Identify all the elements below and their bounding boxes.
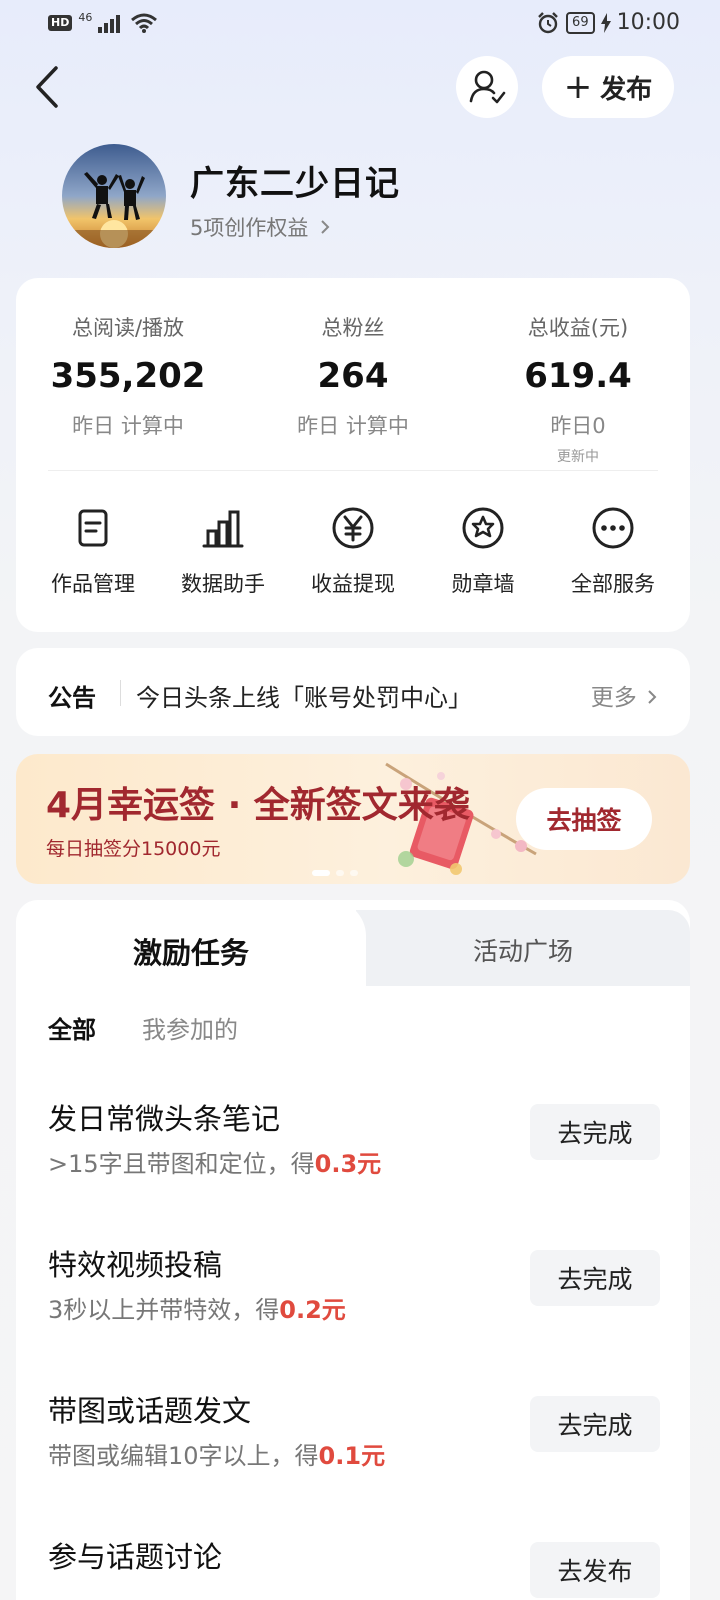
status-right: 69 10:00 bbox=[536, 10, 680, 35]
task-title: 发日常微头条笔记 bbox=[48, 1102, 281, 1136]
task-desc-text: 3秒以上并带特效，得 bbox=[48, 1296, 280, 1324]
service-all-services[interactable]: 全部服务 bbox=[548, 504, 678, 598]
yuan-icon bbox=[332, 507, 374, 549]
medal-icon bbox=[462, 507, 504, 549]
service-label: 勋章墙 bbox=[451, 572, 515, 596]
task-description: >15字且带图和定位，得0.3元 bbox=[48, 1144, 381, 1179]
bar-chart-icon bbox=[202, 510, 244, 548]
carousel-dot bbox=[350, 870, 358, 876]
chevron-left-icon bbox=[36, 66, 58, 108]
task-description: 3秒以上并带特效，得0.2元 bbox=[48, 1290, 346, 1325]
stat-label: 总阅读/播放 bbox=[71, 316, 185, 340]
stat-yesterday: 昨日0 bbox=[550, 414, 606, 438]
service-works-management[interactable]: 作品管理 bbox=[28, 504, 158, 598]
user-check-icon bbox=[469, 70, 506, 104]
document-icon bbox=[78, 509, 108, 547]
task-title: 带图或话题发文 bbox=[48, 1394, 252, 1428]
task-item: 发日常微头条笔记 >15字且带图和定位，得0.3元 去完成 bbox=[16, 1096, 690, 1216]
stat-label: 总粉丝 bbox=[321, 316, 385, 340]
carousel-indicator bbox=[312, 870, 358, 876]
divider bbox=[48, 470, 658, 471]
notice-bar[interactable]: 公告 今日头条上线「账号处罚中心」 更多 bbox=[16, 648, 690, 736]
task-title: 特效视频投稿 bbox=[48, 1248, 223, 1282]
status-bar: HD 46 69 10:00 bbox=[0, 0, 720, 48]
task-desc-text: 带图或编辑10字以上，得 bbox=[48, 1442, 319, 1470]
service-data-assistant[interactable]: 数据助手 bbox=[158, 504, 288, 598]
task-desc-text: >15字且带图和定位，得 bbox=[48, 1150, 315, 1178]
avatar-image bbox=[62, 144, 166, 248]
hd-badge: HD bbox=[48, 15, 73, 31]
task-item: 特效视频投稿 3秒以上并带特效，得0.2元 去完成 bbox=[16, 1242, 690, 1362]
filter-joined[interactable]: 我参加的 bbox=[142, 1010, 238, 1045]
alarm-icon bbox=[538, 11, 558, 33]
notice-more-label: 更多 bbox=[590, 685, 637, 711]
charging-icon bbox=[600, 12, 611, 33]
stat-label: 总收益(元) bbox=[527, 316, 629, 340]
task-item: 参与话题讨论 去发布 bbox=[16, 1534, 690, 1600]
stat-total-reads[interactable]: 总阅读/播放 355,202 昨日 计算中 bbox=[18, 312, 238, 440]
stat-yesterday: 昨日 计算中 bbox=[72, 414, 184, 438]
wifi-icon bbox=[131, 13, 158, 33]
banner-subtitle: 每日抽签分15000元 bbox=[46, 838, 221, 860]
publish-task-button[interactable]: 去发布 bbox=[530, 1542, 660, 1598]
battery-level: 69 bbox=[572, 14, 589, 30]
service-label: 收益提现 bbox=[311, 572, 395, 596]
service-label: 作品管理 bbox=[51, 572, 135, 596]
stats-card: 总阅读/播放 355,202 昨日 计算中 总粉丝 264 昨日 计算中 总收益… bbox=[16, 278, 690, 632]
back-button[interactable] bbox=[28, 62, 68, 112]
service-label: 全部服务 bbox=[571, 572, 655, 596]
clock-time: 10:00 bbox=[616, 10, 680, 35]
divider bbox=[120, 680, 121, 706]
tasks-card: 活动广场 激励任务 全部 我参加的 发日常微头条笔记 >15字且带图和定位，得0… bbox=[16, 900, 690, 1600]
stat-update-note: 更新中 bbox=[557, 449, 599, 465]
network-type: 46 bbox=[78, 10, 93, 24]
chevron-right-icon bbox=[321, 220, 330, 234]
lucky-draw-banner[interactable]: 4月幸运签 · 全新签文来袭 每日抽签分15000元 去抽签 bbox=[16, 754, 690, 884]
battery-indicator: 69 bbox=[566, 11, 595, 34]
carousel-dot bbox=[336, 870, 344, 876]
task-reward: 0.2元 bbox=[279, 1296, 346, 1324]
user-follow-button[interactable] bbox=[456, 56, 518, 118]
complete-task-button[interactable]: 去完成 bbox=[530, 1104, 660, 1160]
draw-lot-button[interactable]: 去抽签 bbox=[516, 788, 652, 850]
chevron-right-icon bbox=[648, 690, 657, 704]
stat-value: 619.4 bbox=[524, 356, 632, 396]
filter-all[interactable]: 全部 bbox=[48, 1010, 96, 1045]
notice-more-link[interactable]: 更多 bbox=[591, 678, 658, 712]
avatar[interactable] bbox=[62, 144, 166, 248]
stat-value: 355,202 bbox=[50, 356, 206, 396]
banner-title: 4月幸运签 · 全新签文来袭 bbox=[46, 785, 470, 826]
profile-name: 广东二少日记 bbox=[190, 164, 400, 204]
complete-task-button[interactable]: 去完成 bbox=[530, 1396, 660, 1452]
more-icon bbox=[592, 507, 634, 549]
cellular-signal-icon bbox=[98, 15, 121, 33]
notice-text[interactable]: 今日头条上线「账号处罚中心」 bbox=[136, 678, 472, 713]
publish-label: 发布 bbox=[600, 74, 653, 105]
tab-incentive-tasks-label[interactable]: 激励任务 bbox=[16, 930, 366, 972]
task-description: 带图或编辑10字以上，得0.1元 bbox=[48, 1436, 385, 1471]
stat-total-fans[interactable]: 总粉丝 264 昨日 计算中 bbox=[243, 312, 463, 440]
carousel-dot bbox=[312, 870, 330, 876]
task-reward: 0.3元 bbox=[314, 1150, 382, 1178]
complete-task-button[interactable]: 去完成 bbox=[530, 1250, 660, 1306]
stat-yesterday: 昨日 计算中 bbox=[297, 414, 409, 438]
stat-total-income[interactable]: 总收益(元) 619.4 昨日0 更新中 bbox=[468, 312, 688, 466]
service-label: 数据助手 bbox=[181, 572, 265, 596]
service-income-withdraw[interactable]: 收益提现 bbox=[288, 504, 418, 598]
task-reward: 0.1元 bbox=[318, 1442, 386, 1470]
task-title: 参与话题讨论 bbox=[48, 1540, 223, 1574]
notice-title: 公告 bbox=[48, 684, 96, 712]
creator-benefits-link[interactable]: 5项创作权益 bbox=[190, 212, 331, 242]
status-left: HD 46 bbox=[48, 10, 158, 34]
plus-icon: + bbox=[563, 67, 593, 107]
service-medal-wall[interactable]: 勋章墙 bbox=[418, 504, 548, 598]
tab-activity-plaza-label[interactable]: 活动广场 bbox=[356, 932, 690, 968]
publish-button[interactable]: + 发布 bbox=[542, 56, 674, 118]
creator-benefits-label: 5项创作权益 bbox=[190, 216, 309, 240]
task-item: 带图或话题发文 带图或编辑10字以上，得0.1元 去完成 bbox=[16, 1388, 690, 1508]
stat-value: 264 bbox=[317, 356, 389, 396]
